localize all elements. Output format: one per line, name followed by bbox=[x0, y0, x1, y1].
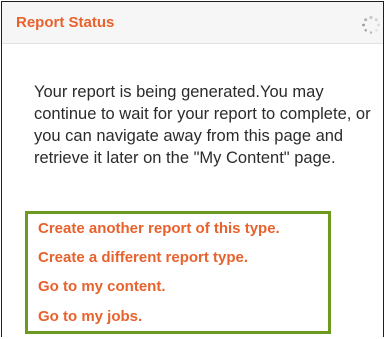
panel-header: Report Status bbox=[2, 2, 383, 44]
panel-title: Report Status bbox=[16, 14, 115, 31]
loading-spinner-icon bbox=[362, 15, 380, 34]
go-to-my-content-link[interactable]: Go to my content. bbox=[38, 278, 166, 295]
create-another-report-link[interactable]: Create another report of this type. bbox=[38, 220, 280, 237]
action-links-box: Create another report of this type. Crea… bbox=[25, 211, 331, 334]
create-different-report-type-link[interactable]: Create a different report type. bbox=[38, 249, 248, 266]
report-status-panel: Report Status Your report is being gener… bbox=[1, 1, 384, 337]
go-to-my-jobs-link[interactable]: Go to my jobs. bbox=[38, 308, 142, 325]
status-message: Your report is being generated.You may c… bbox=[34, 83, 371, 167]
